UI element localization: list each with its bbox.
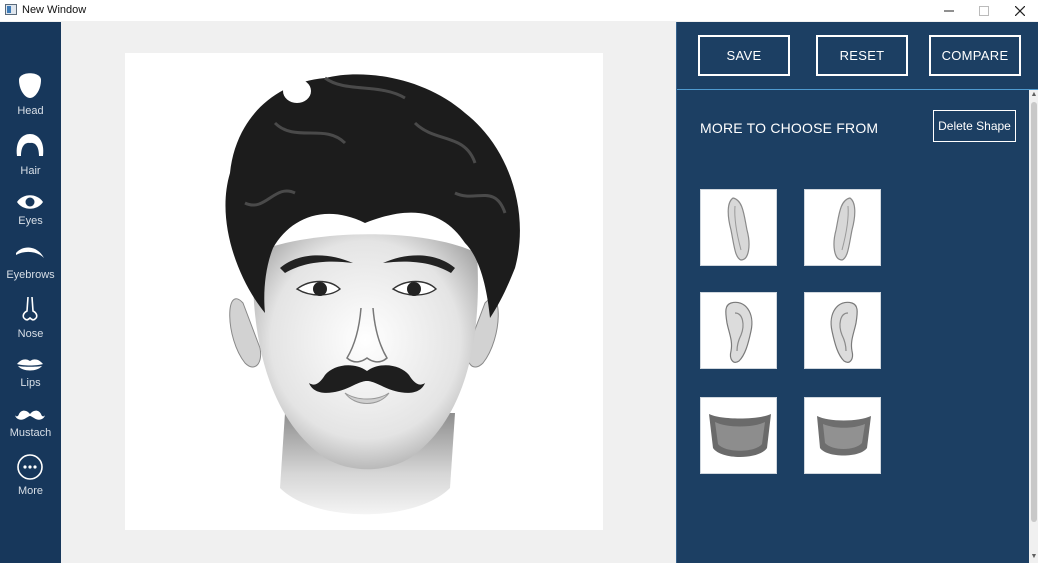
ear-side-icon <box>833 197 856 261</box>
title-bar: New Window <box>0 0 1038 21</box>
sidebar-item-label: Lips <box>20 377 41 389</box>
head-icon <box>19 73 41 98</box>
scroll-thumb[interactable] <box>1031 102 1037 522</box>
scroll-down-icon[interactable]: ▼ <box>1030 553 1038 561</box>
more-icon <box>17 454 43 480</box>
neck-shape-icon <box>817 416 871 456</box>
maximize-icon <box>979 5 989 16</box>
reset-button[interactable]: RESET <box>816 35 908 76</box>
ear-front-icon <box>725 301 753 363</box>
shape-panel: SAVE RESET COMPARE MORE TO CHOOSE FROM D… <box>676 22 1038 563</box>
feature-sidebar: Head Hair Eyes Eyebrows Nose Lips Mustac… <box>0 22 61 563</box>
composite-face-sketch <box>225 74 520 515</box>
close-button[interactable] <box>1002 0 1038 21</box>
sidebar-item-label: Eyes <box>18 215 43 227</box>
neck-shape-icon <box>709 414 771 457</box>
mustache-icon <box>15 410 45 420</box>
close-icon <box>1015 5 1025 16</box>
shape-thumb-left-ear-front[interactable] <box>700 292 777 369</box>
sidebar-item-eyes[interactable]: Eyes <box>0 192 61 248</box>
ear-side-icon <box>727 197 750 261</box>
minimize-icon <box>944 10 954 11</box>
sidebar-item-label: Mustach <box>9 427 52 439</box>
sidebar-item-hair[interactable]: Hair <box>0 132 61 188</box>
sidebar-item-nose[interactable]: Nose <box>0 295 61 351</box>
sidebar-item-eyebrows[interactable]: Eyebrows <box>0 244 61 300</box>
sidebar-item-lips[interactable]: Lips <box>0 355 61 411</box>
delete-shape-button[interactable]: Delete Shape <box>933 110 1016 142</box>
window-title: New Window <box>22 4 87 16</box>
hair-icon <box>16 134 44 156</box>
panel-scrollbar[interactable]: ▲ ▼ <box>1029 90 1038 563</box>
minimize-button[interactable] <box>931 0 967 21</box>
eye-icon <box>17 195 43 209</box>
sidebar-item-label: Head <box>17 105 44 117</box>
shape-thumb-left-ear-side[interactable] <box>700 189 777 266</box>
lips-icon <box>17 359 43 371</box>
panel-title: MORE TO CHOOSE FROM <box>700 120 879 136</box>
sidebar-item-label: Eyebrows <box>6 269 55 281</box>
eyebrow-icon <box>16 247 44 258</box>
composite-canvas[interactable] <box>125 53 603 530</box>
ear-front-icon <box>830 301 858 363</box>
sidebar-item-label: Hair <box>20 165 41 177</box>
nose-icon <box>22 296 38 321</box>
shape-thumb-right-ear-front[interactable] <box>804 292 881 369</box>
shape-thumb-neck-right[interactable] <box>804 397 881 474</box>
shape-thumb-right-ear-side[interactable] <box>804 189 881 266</box>
canvas-area <box>61 22 676 563</box>
sidebar-item-label: Nose <box>17 328 44 340</box>
maximize-button[interactable] <box>966 0 1002 21</box>
action-toolbar: SAVE RESET COMPARE <box>677 22 1038 90</box>
sidebar-item-head[interactable]: Head <box>0 68 61 124</box>
sidebar-item-more[interactable]: More <box>0 452 61 508</box>
save-button[interactable]: SAVE <box>698 35 790 76</box>
compare-button[interactable]: COMPARE <box>929 35 1021 76</box>
scroll-up-icon[interactable]: ▲ <box>1030 91 1038 99</box>
app-icon <box>5 4 17 15</box>
sidebar-item-label: More <box>17 485 44 497</box>
shape-thumb-neck-left[interactable] <box>700 397 777 474</box>
